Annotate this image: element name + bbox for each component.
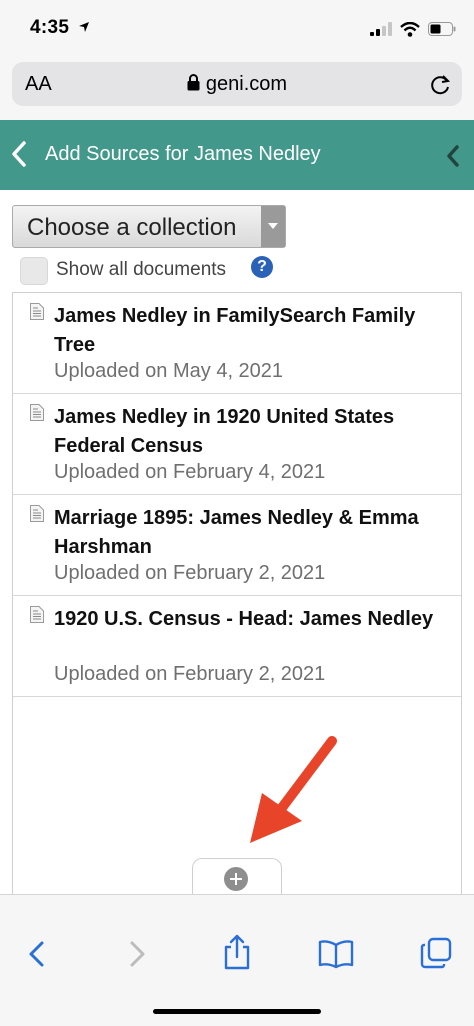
collapse-chevron-icon[interactable] (446, 144, 460, 168)
document-title: Marriage 1895: James Nedley & Emma Harsh… (54, 507, 419, 558)
document-icon (30, 505, 44, 522)
document-title: James Nedley in FamilySearch Family Tree (54, 305, 416, 356)
document-upload-date: Uploaded on February 2, 2021 (54, 663, 326, 685)
wifi-icon (400, 21, 420, 37)
battery-icon (428, 22, 456, 36)
document-upload-date: Uploaded on February 4, 2021 (54, 461, 326, 483)
page-header: Add Sources for James Nedley (0, 120, 474, 190)
document-list: James Nedley in FamilySearch Family Tree… (12, 292, 462, 912)
page-title: Add Sources for James Nedley (45, 143, 321, 165)
status-time: 4:35 (30, 17, 70, 38)
home-indicator (153, 1009, 321, 1014)
document-icon (30, 606, 44, 623)
document-title: James Nedley in 1920 United States Feder… (54, 406, 395, 457)
back-icon[interactable] (26, 937, 48, 971)
document-upload-date: Uploaded on February 2, 2021 (54, 562, 326, 584)
show-all-label: Show all documents (56, 259, 227, 280)
location-arrow-icon (79, 22, 89, 32)
browser-toolbar (0, 894, 474, 1026)
forward-icon[interactable] (126, 937, 148, 971)
list-item[interactable]: Marriage 1895: James Nedley & Emma Harsh… (13, 495, 461, 596)
collection-select[interactable]: Choose a collection (12, 205, 286, 248)
tabs-icon[interactable] (420, 937, 452, 969)
annotation-arrow-icon (250, 736, 337, 843)
browser-address-area: AA geni.com (0, 56, 474, 120)
lock-icon (187, 74, 200, 91)
dropdown-arrow-icon (261, 206, 285, 247)
add-source-tab[interactable] (192, 858, 282, 898)
collection-select-value: Choose a collection (27, 214, 237, 241)
address-bar[interactable]: AA geni.com (12, 62, 462, 106)
document-icon (30, 404, 44, 421)
document-upload-date: Uploaded on May 4, 2021 (54, 360, 284, 382)
list-item[interactable]: 1920 U.S. Census - Head: James Nedley Up… (13, 596, 461, 697)
document-icon (30, 303, 44, 320)
bookmarks-icon[interactable] (318, 939, 354, 969)
header-back-icon[interactable] (10, 140, 28, 168)
show-all-checkbox[interactable] (20, 257, 48, 285)
url-domain[interactable]: geni.com (12, 73, 462, 96)
document-title: 1920 U.S. Census - Head: James Nedley (54, 608, 434, 630)
share-icon[interactable] (222, 933, 252, 971)
help-icon[interactable]: ? (251, 256, 273, 278)
signal-icon (370, 22, 392, 36)
add-icon[interactable] (224, 867, 248, 891)
domain-text: geni.com (205, 73, 288, 95)
reload-icon[interactable] (430, 73, 452, 95)
status-bar: 4:35 (0, 0, 474, 56)
list-item[interactable]: James Nedley in 1920 United States Feder… (13, 394, 461, 495)
list-item[interactable]: James Nedley in FamilySearch Family Tree… (13, 293, 461, 394)
